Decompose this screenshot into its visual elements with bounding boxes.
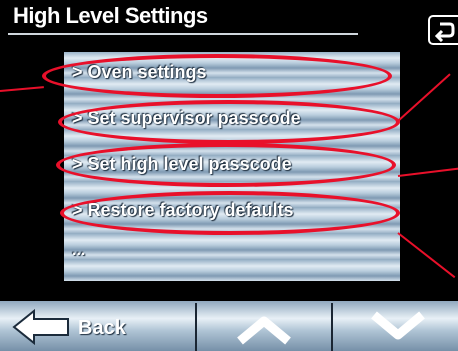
- scroll-up-button[interactable]: [197, 303, 331, 351]
- menu-list: > Oven settings > Set supervisor passcod…: [64, 52, 400, 281]
- menu-item-more[interactable]: ...: [64, 236, 400, 280]
- annotation-line: [0, 86, 44, 92]
- menu-item-label: > Oven settings: [72, 62, 207, 82]
- page-title: High Level Settings: [13, 3, 208, 28]
- back-button[interactable]: Back: [0, 303, 195, 351]
- menu-item-oven-settings[interactable]: > Oven settings: [64, 52, 400, 96]
- menu-item-label: > Set supervisor passcode: [72, 108, 301, 128]
- back-label: Back: [78, 317, 126, 339]
- menu-item-supervisor-passcode[interactable]: > Set supervisor passcode: [64, 98, 400, 142]
- title-divider: [8, 33, 358, 35]
- annotation-line: [397, 232, 456, 279]
- annotation-line: [397, 167, 458, 177]
- menu-item-high-level-passcode[interactable]: > Set high level passcode: [64, 144, 400, 188]
- chevron-up-icon: [237, 316, 291, 345]
- chevron-down-icon: [371, 311, 425, 340]
- menu-item-restore-defaults[interactable]: > Restore factory defaults: [64, 190, 400, 234]
- menu-item-label: > Set high level passcode: [72, 154, 292, 174]
- return-arrow-icon: [434, 22, 455, 42]
- annotation-line: [397, 73, 451, 122]
- scroll-down-button[interactable]: [333, 303, 458, 351]
- return-button[interactable]: [428, 15, 458, 45]
- left-arrow-icon: [12, 308, 69, 346]
- menu-item-label: > Restore factory defaults: [72, 200, 294, 220]
- menu-item-label: ...: [72, 242, 86, 259]
